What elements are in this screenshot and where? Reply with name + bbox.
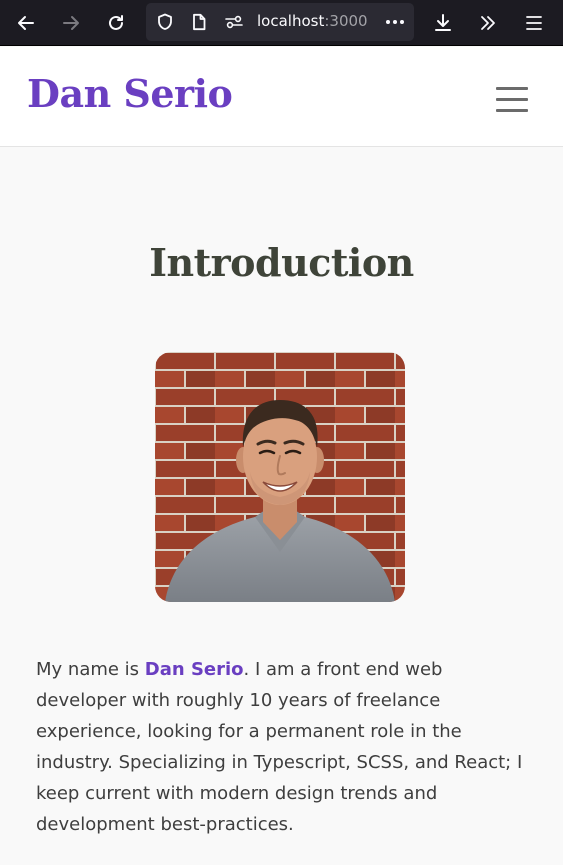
permissions-icon: [225, 15, 243, 29]
app-menu-button[interactable]: [518, 7, 550, 39]
bio-paragraph: My name is Dan Serio. I am a front end w…: [36, 654, 536, 840]
back-button[interactable]: [10, 7, 42, 39]
page-actions-button[interactable]: [384, 11, 406, 33]
arrow-left-icon: [18, 16, 34, 30]
url-bar[interactable]: localhost:3000: [146, 3, 414, 41]
nav-menu-button[interactable]: [494, 87, 530, 113]
site-title-link[interactable]: Dan Serio: [27, 71, 233, 116]
hamburger-icon: [496, 87, 528, 90]
bio-name: Dan Serio: [144, 659, 244, 680]
shield-icon: [158, 13, 172, 30]
more-dots-icon: [386, 20, 404, 24]
chevrons-right-icon: [481, 16, 495, 30]
page-icon: [193, 13, 206, 31]
downloads-button[interactable]: [427, 7, 459, 39]
download-icon: [435, 14, 451, 31]
page-title: Introduction: [149, 240, 414, 285]
arrow-right-icon: [63, 16, 79, 30]
reload-icon: [109, 15, 123, 30]
permissions-button[interactable]: [224, 12, 244, 32]
forward-button[interactable]: [55, 7, 87, 39]
hamburger-icon: [496, 98, 528, 101]
url-text[interactable]: localhost:3000: [257, 12, 368, 30]
url-port: :3000: [324, 12, 368, 30]
bio-prefix: My name is: [36, 659, 145, 680]
browser-toolbar: localhost:3000: [0, 0, 563, 46]
hamburger-menu-icon: [526, 16, 542, 30]
tracking-protection-button[interactable]: [155, 12, 175, 32]
page-info-button[interactable]: [189, 12, 209, 32]
hamburger-icon: [496, 109, 528, 112]
bio-suffix: . I am a front end web developer with ro…: [36, 659, 523, 835]
url-host: localhost: [257, 12, 325, 30]
profile-photo: [155, 352, 405, 602]
site-header: Dan Serio: [0, 47, 563, 147]
reload-button[interactable]: [100, 7, 132, 39]
overflow-button[interactable]: [472, 7, 504, 39]
